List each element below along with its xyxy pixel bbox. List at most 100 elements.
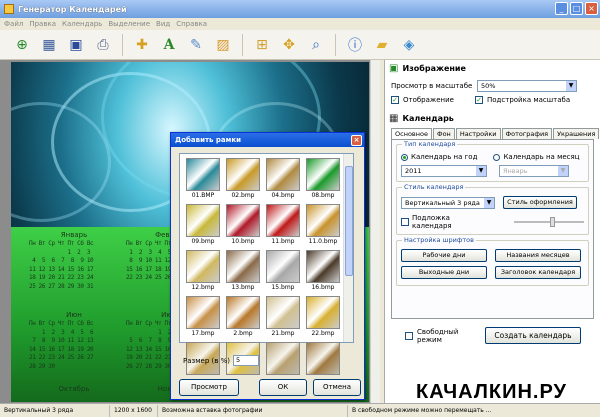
tab-photo[interactable]: Фотография bbox=[501, 128, 553, 139]
frame-tile[interactable]: 21.bmp bbox=[264, 296, 302, 340]
size-spinner[interactable]: 5 bbox=[232, 355, 259, 366]
style-button[interactable]: Стиль оформления bbox=[503, 196, 577, 209]
frame-tile[interactable]: 10.bmp bbox=[224, 204, 262, 248]
cancel-button[interactable]: Отмена bbox=[313, 379, 361, 396]
frame-label: 13.bmp bbox=[231, 284, 255, 291]
month-select[interactable]: Январь ▼ bbox=[499, 165, 569, 177]
help-icon[interactable]: ⓘ bbox=[343, 33, 367, 57]
month-radio[interactable] bbox=[493, 153, 501, 161]
frame-tile[interactable]: 11.bmp bbox=[264, 204, 302, 248]
toolbar-separator bbox=[335, 33, 336, 56]
folder-icon[interactable]: ▰ bbox=[370, 33, 394, 57]
menu-file[interactable]: Файл bbox=[4, 20, 23, 28]
toolbar: ⊕ ▦ ▣ ⎙ ✚ A ✎ ▨ ⊞ ✥ ⌕ ⓘ ▰ ◈ bbox=[0, 30, 600, 60]
frame-tile[interactable]: 04.bmp bbox=[264, 158, 302, 202]
weekends-button[interactable]: Выходные дни bbox=[401, 266, 487, 279]
frame-swatch bbox=[306, 342, 340, 375]
style-select[interactable]: Вертикальный 3 ряда ▼ bbox=[401, 196, 495, 209]
add-text-icon[interactable]: A bbox=[157, 33, 181, 57]
font-settings-group: Настройка шрифтов Рабочие дни Названия м… bbox=[396, 236, 589, 286]
tab-background[interactable]: Фон bbox=[432, 128, 455, 139]
ok-button[interactable]: ОК bbox=[259, 379, 307, 396]
group-title: Настройка шрифтов bbox=[402, 236, 476, 244]
frame-swatch bbox=[306, 296, 340, 329]
zoom-label: Просмотр в масштабе bbox=[391, 82, 473, 90]
create-calendar-button[interactable]: Создать календарь bbox=[485, 327, 581, 344]
image-section-title: Изображение bbox=[402, 63, 466, 73]
frame-label: 2.bmp bbox=[233, 330, 253, 337]
menu-help[interactable]: Справка bbox=[176, 20, 207, 28]
frames-scrollbar[interactable] bbox=[343, 154, 353, 342]
preview-button[interactable]: Просмотр bbox=[179, 379, 239, 396]
weekday-header: Пн Вт Ср Чт Пт Сб Вс bbox=[29, 240, 94, 247]
month-radio-label: Календарь на месяц bbox=[503, 153, 580, 161]
month-block: Июн Пн Вт Ср Чт Пт Сб Вс 1 2 3 4 5 6 7 8… bbox=[29, 311, 119, 371]
size-label: Размер (в %) bbox=[183, 356, 230, 365]
box-icon[interactable]: ◈ bbox=[397, 33, 421, 57]
zoom-icon[interactable]: ⌕ bbox=[304, 33, 328, 57]
add-image-icon[interactable]: ⊕ bbox=[10, 33, 34, 57]
tab-decorations[interactable]: Украшения bbox=[553, 128, 600, 139]
size-row: Размер (в %) 5 bbox=[183, 355, 259, 366]
month-block: Январь Пн Вт Ср Чт Пт Сб Вс 1 2 3 4 5 6 … bbox=[29, 231, 119, 291]
chevron-down-icon[interactable]: ▼ bbox=[566, 81, 576, 91]
stretch-checkbox[interactable]: ✓ bbox=[391, 96, 399, 104]
chevron-down-icon[interactable]: ▼ bbox=[558, 166, 568, 176]
preview-scrollbar[interactable] bbox=[370, 60, 380, 403]
scroll-thumb[interactable] bbox=[345, 166, 353, 276]
edit-icon[interactable]: ✎ bbox=[184, 33, 208, 57]
dialog-close-icon[interactable]: × bbox=[351, 134, 362, 146]
opacity-slider[interactable] bbox=[514, 217, 584, 227]
frame-tile[interactable]: 2.bmp bbox=[224, 296, 262, 340]
group-title: Стиль календаря bbox=[402, 183, 466, 191]
save-icon[interactable]: ▣ bbox=[64, 33, 88, 57]
zoom-select[interactable]: 50% ▼ bbox=[477, 80, 577, 92]
frame-tile[interactable]: 09.bmp bbox=[184, 204, 222, 248]
year-radio[interactable] bbox=[401, 153, 408, 161]
calendar-icon[interactable]: ▦ bbox=[37, 33, 61, 57]
frame-tile[interactable]: 13.bmp bbox=[224, 250, 262, 294]
chevron-down-icon[interactable]: ▼ bbox=[476, 166, 486, 176]
menu-edit[interactable]: Правка bbox=[29, 20, 56, 28]
frame-tile[interactable]: 01.BMP bbox=[184, 158, 222, 202]
move-icon[interactable]: ✥ bbox=[277, 33, 301, 57]
tab-main[interactable]: Основное bbox=[391, 128, 432, 139]
frame-tile[interactable]: 17.bmp bbox=[184, 296, 222, 340]
year-select[interactable]: 2011 ▼ bbox=[401, 165, 487, 177]
style-value: Вертикальный 3 ряда bbox=[405, 198, 480, 207]
toolbar-separator bbox=[122, 33, 123, 56]
menu-calendar[interactable]: Календарь bbox=[62, 20, 102, 28]
workdays-button[interactable]: Рабочие дни bbox=[401, 249, 487, 262]
slider-handle[interactable] bbox=[550, 217, 556, 227]
frame-tile[interactable]: 08.bmp bbox=[304, 158, 342, 202]
shadow-checkbox[interactable] bbox=[401, 218, 409, 226]
print-icon[interactable]: ⎙ bbox=[91, 33, 115, 57]
fit-checkbox[interactable]: ✓ bbox=[475, 96, 483, 104]
frame-tile[interactable]: 11.0.bmp bbox=[304, 204, 342, 248]
app-icon bbox=[4, 4, 14, 14]
settings-panel: ▣ Изображение Просмотр в масштабе 50% ▼ … bbox=[384, 60, 600, 403]
frame-tile[interactable]: 12.bmp bbox=[184, 250, 222, 294]
frame-swatch bbox=[226, 204, 260, 237]
grid-icon[interactable]: ⊞ bbox=[250, 33, 274, 57]
frame-swatch bbox=[306, 158, 340, 191]
picture-icon[interactable]: ▨ bbox=[211, 33, 235, 57]
frame-tile[interactable]: 22.bmp bbox=[304, 296, 342, 340]
dialog-title: Добавить рамки bbox=[175, 136, 242, 144]
close-button[interactable]: × bbox=[585, 2, 598, 15]
menu-bar: Файл Правка Календарь Выделение Вид Спра… bbox=[0, 18, 600, 30]
calendar-title-button[interactable]: Заголовок календаря bbox=[495, 266, 581, 279]
month-name: Октябрь bbox=[58, 385, 90, 393]
maximize-button[interactable]: □ bbox=[570, 2, 583, 15]
free-mode-checkbox[interactable] bbox=[405, 331, 413, 340]
frame-tile[interactable]: 16.bmp bbox=[304, 250, 342, 294]
menu-view[interactable]: Вид bbox=[156, 20, 170, 28]
month-names-button[interactable]: Названия месяцев bbox=[495, 249, 581, 262]
add-frame-icon[interactable]: ✚ bbox=[130, 33, 154, 57]
chevron-down-icon[interactable]: ▼ bbox=[484, 197, 494, 208]
frame-tile[interactable]: 02.bmp bbox=[224, 158, 262, 202]
minimize-button[interactable]: _ bbox=[555, 2, 568, 15]
frame-tile[interactable]: 15.bmp bbox=[264, 250, 302, 294]
tab-settings[interactable]: Настройки bbox=[455, 128, 501, 139]
menu-selection[interactable]: Выделение bbox=[108, 20, 150, 28]
